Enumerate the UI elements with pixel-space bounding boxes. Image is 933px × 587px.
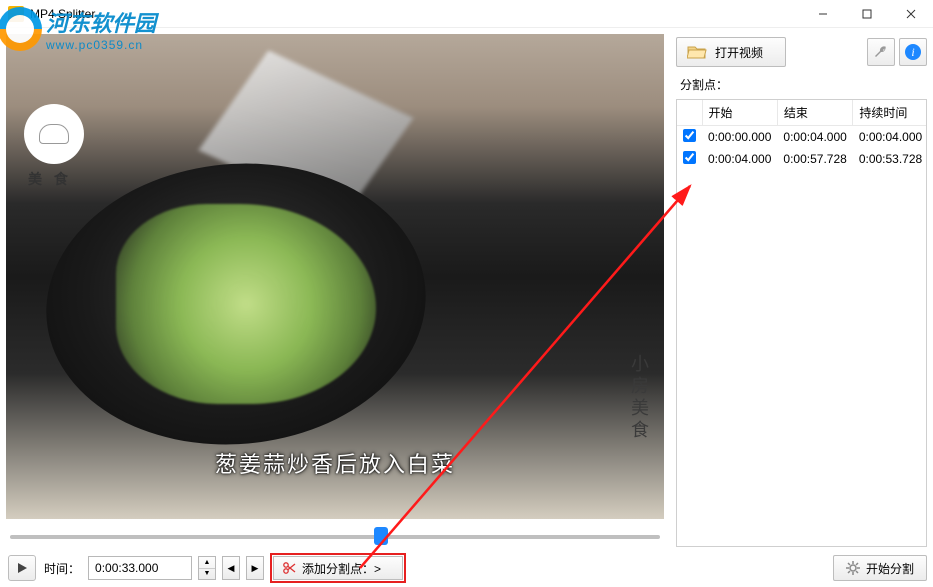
- info-button[interactable]: i: [899, 38, 927, 66]
- cell-start: 0:00:00.000: [702, 126, 777, 149]
- window-controls: [801, 0, 933, 28]
- open-video-label: 打开视频: [715, 44, 763, 61]
- row-checkbox[interactable]: [683, 129, 696, 142]
- cell-end: 0:00:04.000: [777, 126, 852, 149]
- col-start[interactable]: 开始: [702, 100, 777, 126]
- col-end[interactable]: 结束: [777, 100, 852, 126]
- start-split-button[interactable]: 开始分割: [833, 555, 927, 581]
- chef-label: 美 食: [28, 169, 72, 189]
- step-forward-button[interactable]: ▶: [246, 556, 264, 580]
- cell-duration: 0:00:53.728: [853, 148, 927, 170]
- row-checkbox[interactable]: [683, 151, 696, 164]
- start-split-label: 开始分割: [866, 560, 914, 577]
- close-button[interactable]: [889, 0, 933, 28]
- timeline-handle[interactable]: [374, 527, 388, 545]
- video-pane: 河东软件园 www.pc0359.cn 美 食 小房美食 葱姜蒜炒香后放入白菜: [0, 28, 670, 587]
- gear-icon: [846, 561, 860, 575]
- folder-open-icon: [687, 44, 707, 60]
- add-split-point-button[interactable]: 添加分割点：>: [273, 556, 403, 580]
- split-points-label: 分割点：: [680, 76, 927, 93]
- scissors-icon: [282, 561, 296, 575]
- video-preview[interactable]: 美 食 小房美食 葱姜蒜炒香后放入白菜: [6, 34, 664, 519]
- watermark-logo-icon: [0, 7, 42, 51]
- split-panel: 打开视频 i 分割点： 开始 结束 持续时间: [670, 28, 933, 587]
- watermark: 河东软件园 www.pc0359.cn: [0, 6, 156, 52]
- cell-duration: 0:00:04.000: [853, 126, 927, 149]
- table-row[interactable]: 0:00:00.000 0:00:04.000 0:00:04.000: [677, 126, 927, 149]
- watermark-title: 河东软件园: [46, 6, 156, 38]
- minimize-button[interactable]: [801, 0, 845, 28]
- play-icon: [16, 562, 28, 574]
- open-video-button[interactable]: 打开视频: [676, 37, 786, 67]
- info-icon: i: [904, 43, 922, 61]
- video-side-text: 小房美食: [626, 354, 652, 442]
- highlight-annotation: 添加分割点：>: [270, 553, 406, 583]
- video-subtitle: 葱姜蒜炒香后放入白菜: [215, 447, 455, 479]
- time-label: 时间：: [44, 560, 80, 577]
- svg-text:i: i: [911, 45, 914, 59]
- chef-badge-icon: [24, 104, 84, 164]
- add-split-label: 添加分割点：>: [302, 560, 381, 577]
- time-input[interactable]: [88, 556, 192, 580]
- settings-button[interactable]: [867, 38, 895, 66]
- cell-start: 0:00:04.000: [702, 148, 777, 170]
- maximize-button[interactable]: [845, 0, 889, 28]
- play-button[interactable]: [8, 555, 36, 581]
- table-row[interactable]: 0:00:04.000 0:00:57.728 0:00:53.728: [677, 148, 927, 170]
- timeline[interactable]: [10, 525, 660, 549]
- time-spinner[interactable]: ▲▼: [198, 556, 216, 580]
- col-duration[interactable]: 持续时间: [853, 100, 927, 126]
- step-back-button[interactable]: ◀: [222, 556, 240, 580]
- cell-end: 0:00:57.728: [777, 148, 852, 170]
- wrench-icon: [873, 44, 889, 60]
- watermark-url: www.pc0359.cn: [46, 38, 156, 52]
- split-points-table[interactable]: 开始 结束 持续时间 0:00:00.000 0:00:04.000 0:00:…: [676, 99, 927, 547]
